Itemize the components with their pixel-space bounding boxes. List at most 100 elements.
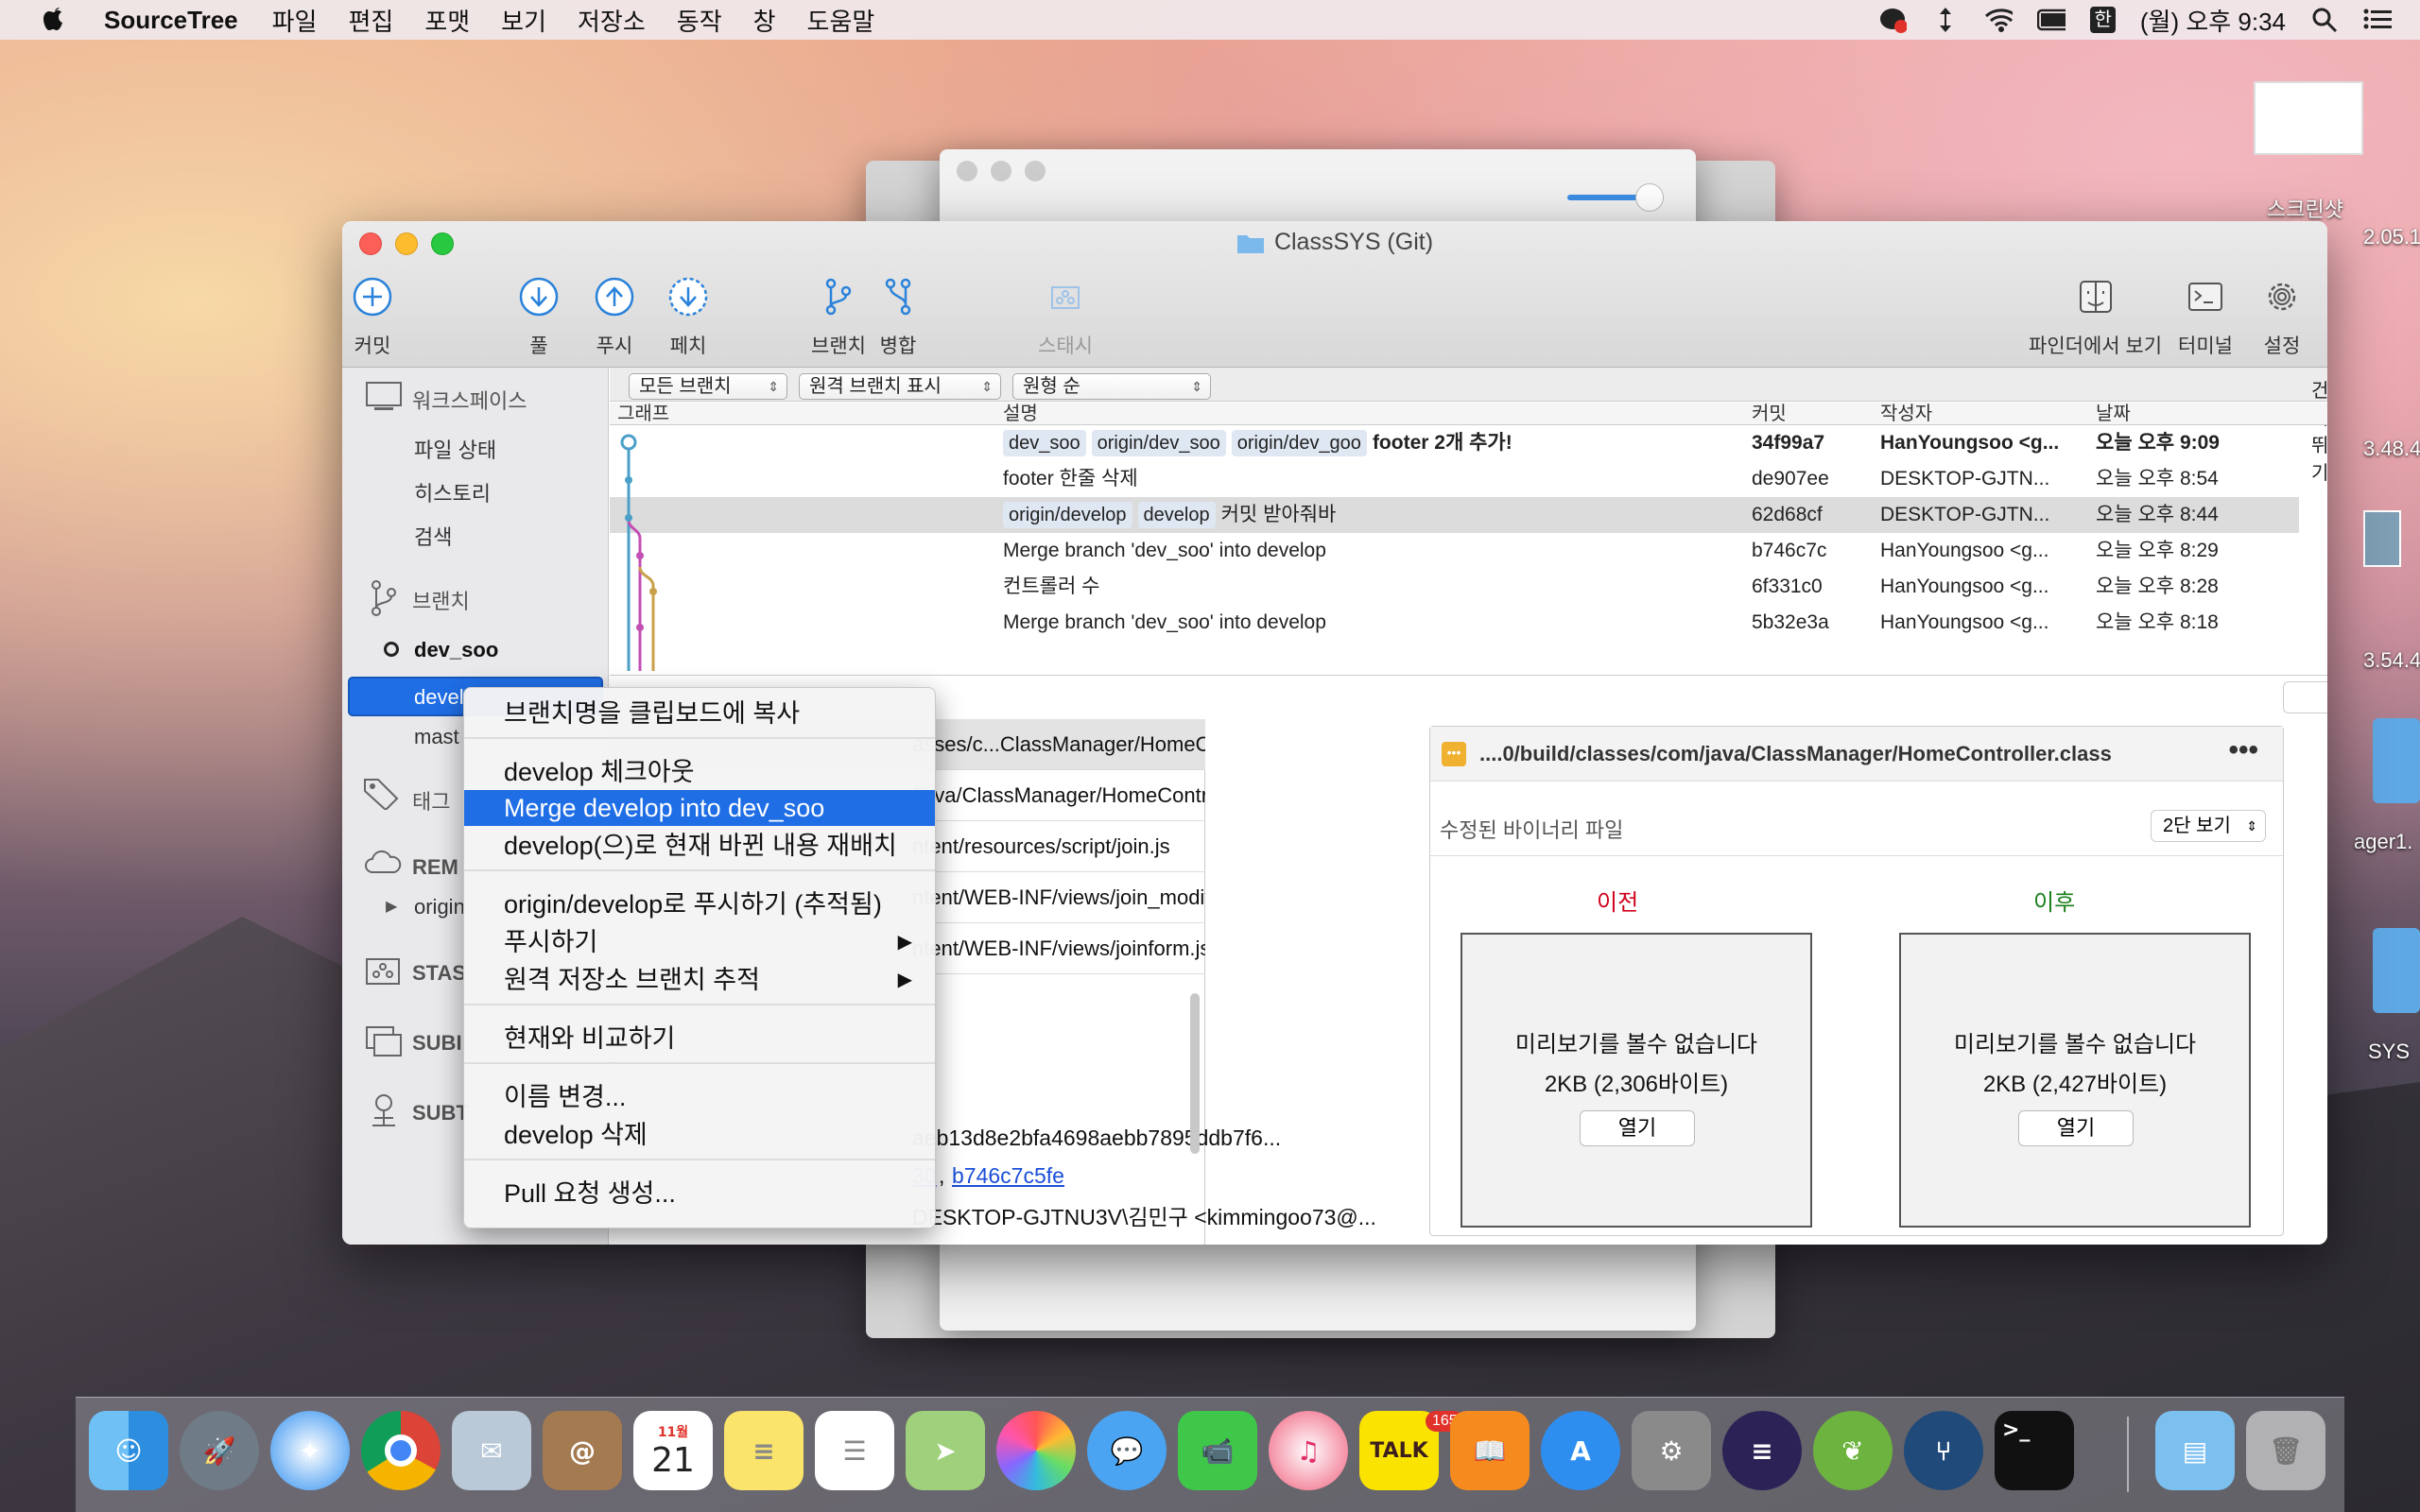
desktop-label[interactable]: ager1. xyxy=(2354,830,2412,854)
parent-commit-link[interactable]: b746c7c5fe xyxy=(952,1163,1064,1189)
desktop-label[interactable]: 스크린샷 xyxy=(2267,193,2343,223)
column-commit[interactable]: 커밋 xyxy=(1752,403,1787,425)
commit-row[interactable]: Merge branch 'dev_soo' into develop 5b32e… xyxy=(610,605,2299,641)
app-menu[interactable]: SourceTree xyxy=(104,6,238,35)
sidebar-item-search[interactable]: 검색 xyxy=(414,521,452,551)
details-scrollbar[interactable] xyxy=(1190,993,1200,1154)
commit-row[interactable]: Merge branch 'dev_soo' into develop b746c… xyxy=(610,533,2299,569)
facetime-icon[interactable]: 📹 xyxy=(1178,1411,1257,1490)
sourcetree-icon[interactable]: ⑂ xyxy=(1904,1411,1983,1490)
open-before-button[interactable]: 열기 xyxy=(1580,1110,1695,1146)
menu-actions[interactable]: 동작 xyxy=(677,3,722,38)
stash-button[interactable]: 스태시 xyxy=(1038,276,1093,359)
menu-item-pull-request[interactable]: Pull 요청 생성... xyxy=(464,1176,935,1211)
menu-item-copy-branch-name[interactable]: 브랜치명을 클립보드에 복사 xyxy=(464,696,935,731)
desktop-folder-icon[interactable] xyxy=(2373,928,2420,1013)
maps-icon[interactable]: ➤ xyxy=(906,1411,985,1490)
remote-branches-select[interactable]: 원격 브랜치 표시 ⇕ xyxy=(799,373,1001,400)
sidebar-item-file-status[interactable]: 파일 상태 xyxy=(414,434,496,464)
branch-tag[interactable]: develop xyxy=(1137,502,1216,528)
sidebar-remotes-header[interactable]: REM xyxy=(412,855,458,880)
commit-row[interactable]: footer 한줄 삭제 de907ee DESKTOP-GJTN... 오늘 오후 … xyxy=(610,461,2299,497)
window-zoom-button[interactable] xyxy=(1025,161,1046,181)
menu-file[interactable]: 파일 xyxy=(272,3,318,38)
ibooks-icon[interactable]: 📖 xyxy=(1450,1411,1530,1490)
calendar-icon[interactable]: 11월 21 xyxy=(633,1411,713,1490)
commit-row[interactable]: 컨트롤러 수 6f331c0 HanYoungsoo <g... 오늘 오후 8:28 xyxy=(610,569,2299,605)
input-source[interactable]: 한 xyxy=(2090,7,2116,33)
menu-window[interactable]: 창 xyxy=(753,3,776,38)
contacts-icon[interactable]: @ xyxy=(543,1411,622,1490)
sidebar-branch-master[interactable]: mast xyxy=(414,725,459,749)
spring-icon[interactable]: ❦ xyxy=(1813,1411,1893,1490)
window-minimize-button[interactable] xyxy=(991,161,1011,181)
sidebar-branch-develop[interactable]: devel xyxy=(414,685,464,710)
search-field[interactable]: 검색 xyxy=(2283,681,2327,713)
commit-row[interactable]: dev_soo origin/dev_soo origin/dev_goo foote… xyxy=(610,425,2299,461)
sidebar-remote-origin[interactable]: origin xyxy=(414,895,465,919)
view-mode-select[interactable]: 2단 보기 ⇕ xyxy=(2151,810,2266,842)
desktop-label[interactable]: SYS xyxy=(2368,1040,2410,1064)
menu-item-merge[interactable]: Merge develop into dev_soo xyxy=(464,790,935,826)
branch-button[interactable]: 브랜치 xyxy=(811,276,866,359)
branch-tag[interactable]: origin/dev_goo xyxy=(1231,430,1367,456)
desktop-folder-icon[interactable] xyxy=(2373,718,2420,803)
clock[interactable]: (월) 오후 9:34 xyxy=(2140,3,2286,38)
notes-icon[interactable]: ≡ xyxy=(724,1411,804,1490)
menu-format[interactable]: 포맷 xyxy=(424,3,470,38)
menu-repository[interactable]: 저장소 xyxy=(578,3,646,38)
eclipse-icon[interactable]: ≡ xyxy=(1722,1411,1802,1490)
menu-edit[interactable]: 편집 xyxy=(348,3,393,38)
fetch-button[interactable]: 페치 xyxy=(667,276,709,359)
menu-item-track-remote[interactable]: 원격 저장소 브랜치 추적 ▶ xyxy=(464,962,935,998)
settings-button[interactable]: 설정 xyxy=(2261,276,2303,359)
menu-item-delete[interactable]: develop 삭제 xyxy=(464,1117,935,1153)
push-button[interactable]: 푸시 xyxy=(594,276,635,359)
desktop-label[interactable]: 3.48.45 xyxy=(2363,437,2420,461)
column-graph[interactable]: 그래프 xyxy=(617,403,669,425)
column-description[interactable]: 설명 xyxy=(1003,403,1038,425)
menu-item-diff-current[interactable]: 현재와 비교하기 xyxy=(464,1021,935,1057)
more-options-icon[interactable]: ••• xyxy=(2228,734,2258,766)
photos-icon[interactable] xyxy=(996,1411,1076,1490)
safari-icon[interactable]: ✦ xyxy=(270,1411,350,1490)
menu-item-rename[interactable]: 이름 변경... xyxy=(464,1079,935,1115)
sidebar-tags-header[interactable]: 태그 xyxy=(412,785,450,816)
sidebar-branches-header[interactable]: 브랜치 xyxy=(412,585,470,615)
column-date[interactable]: 날짜 xyxy=(2096,403,2131,425)
system-preferences-icon[interactable]: ⚙ xyxy=(1632,1411,1711,1490)
trash-icon[interactable]: 🗑 xyxy=(2246,1411,2325,1490)
branch-tag[interactable]: origin/dev_soo xyxy=(1091,430,1226,456)
sidebar-submodules-header[interactable]: SUBI xyxy=(412,1031,462,1056)
commit-row[interactable]: origin/develop develop 커밋 받아줘바 62d68cf DESKT… xyxy=(610,497,2299,533)
branch-tag[interactable]: origin/develop xyxy=(1003,502,1132,528)
terminal-button[interactable]: 터미널 xyxy=(2178,276,2233,359)
finder-icon[interactable]: ☺ xyxy=(89,1411,168,1490)
reminders-icon[interactable]: ☰ xyxy=(815,1411,894,1490)
menu-item-push[interactable]: 푸시하기 ▶ xyxy=(464,924,935,960)
messages-icon[interactable]: 💬 xyxy=(1087,1411,1167,1490)
pull-button[interactable]: 풀 xyxy=(518,276,560,359)
mail-icon[interactable]: ✉ xyxy=(452,1411,531,1490)
sidebar-branch-dev-soo[interactable]: dev_soo xyxy=(414,638,498,662)
window-close-button[interactable] xyxy=(957,161,977,181)
wifi-icon[interactable] xyxy=(1984,6,2014,34)
sync-arrows-icon[interactable] xyxy=(1931,6,1960,34)
merge-button[interactable]: 병합 xyxy=(877,276,919,359)
downloads-folder-icon[interactable]: ▤ xyxy=(2155,1411,2235,1490)
disclosure-triangle-icon[interactable]: ▶ xyxy=(386,897,397,916)
spotlight-search-icon[interactable] xyxy=(2310,6,2339,34)
order-select[interactable]: 원형 순 ⇕ xyxy=(1012,373,1211,400)
sidebar-stashes-header[interactable]: STAS xyxy=(412,961,466,986)
column-author[interactable]: 작성자 xyxy=(1880,403,1932,425)
screenshot-thumbnail[interactable] xyxy=(2254,81,2363,155)
show-in-finder-button[interactable]: 파인더에서 보기 xyxy=(2029,276,2162,359)
menu-view[interactable]: 보기 xyxy=(501,3,546,38)
terminal-icon[interactable]: >_ xyxy=(1995,1411,2074,1490)
sidebar-item-history[interactable]: 히스토리 xyxy=(414,477,491,507)
app-store-icon[interactable]: A xyxy=(1541,1411,1620,1490)
open-after-button[interactable]: 열기 xyxy=(2018,1110,2134,1146)
notification-icon[interactable] xyxy=(1878,6,1908,34)
battery-icon[interactable] xyxy=(2037,6,2066,34)
desktop-label[interactable]: 3.54.41 xyxy=(2363,648,2420,673)
